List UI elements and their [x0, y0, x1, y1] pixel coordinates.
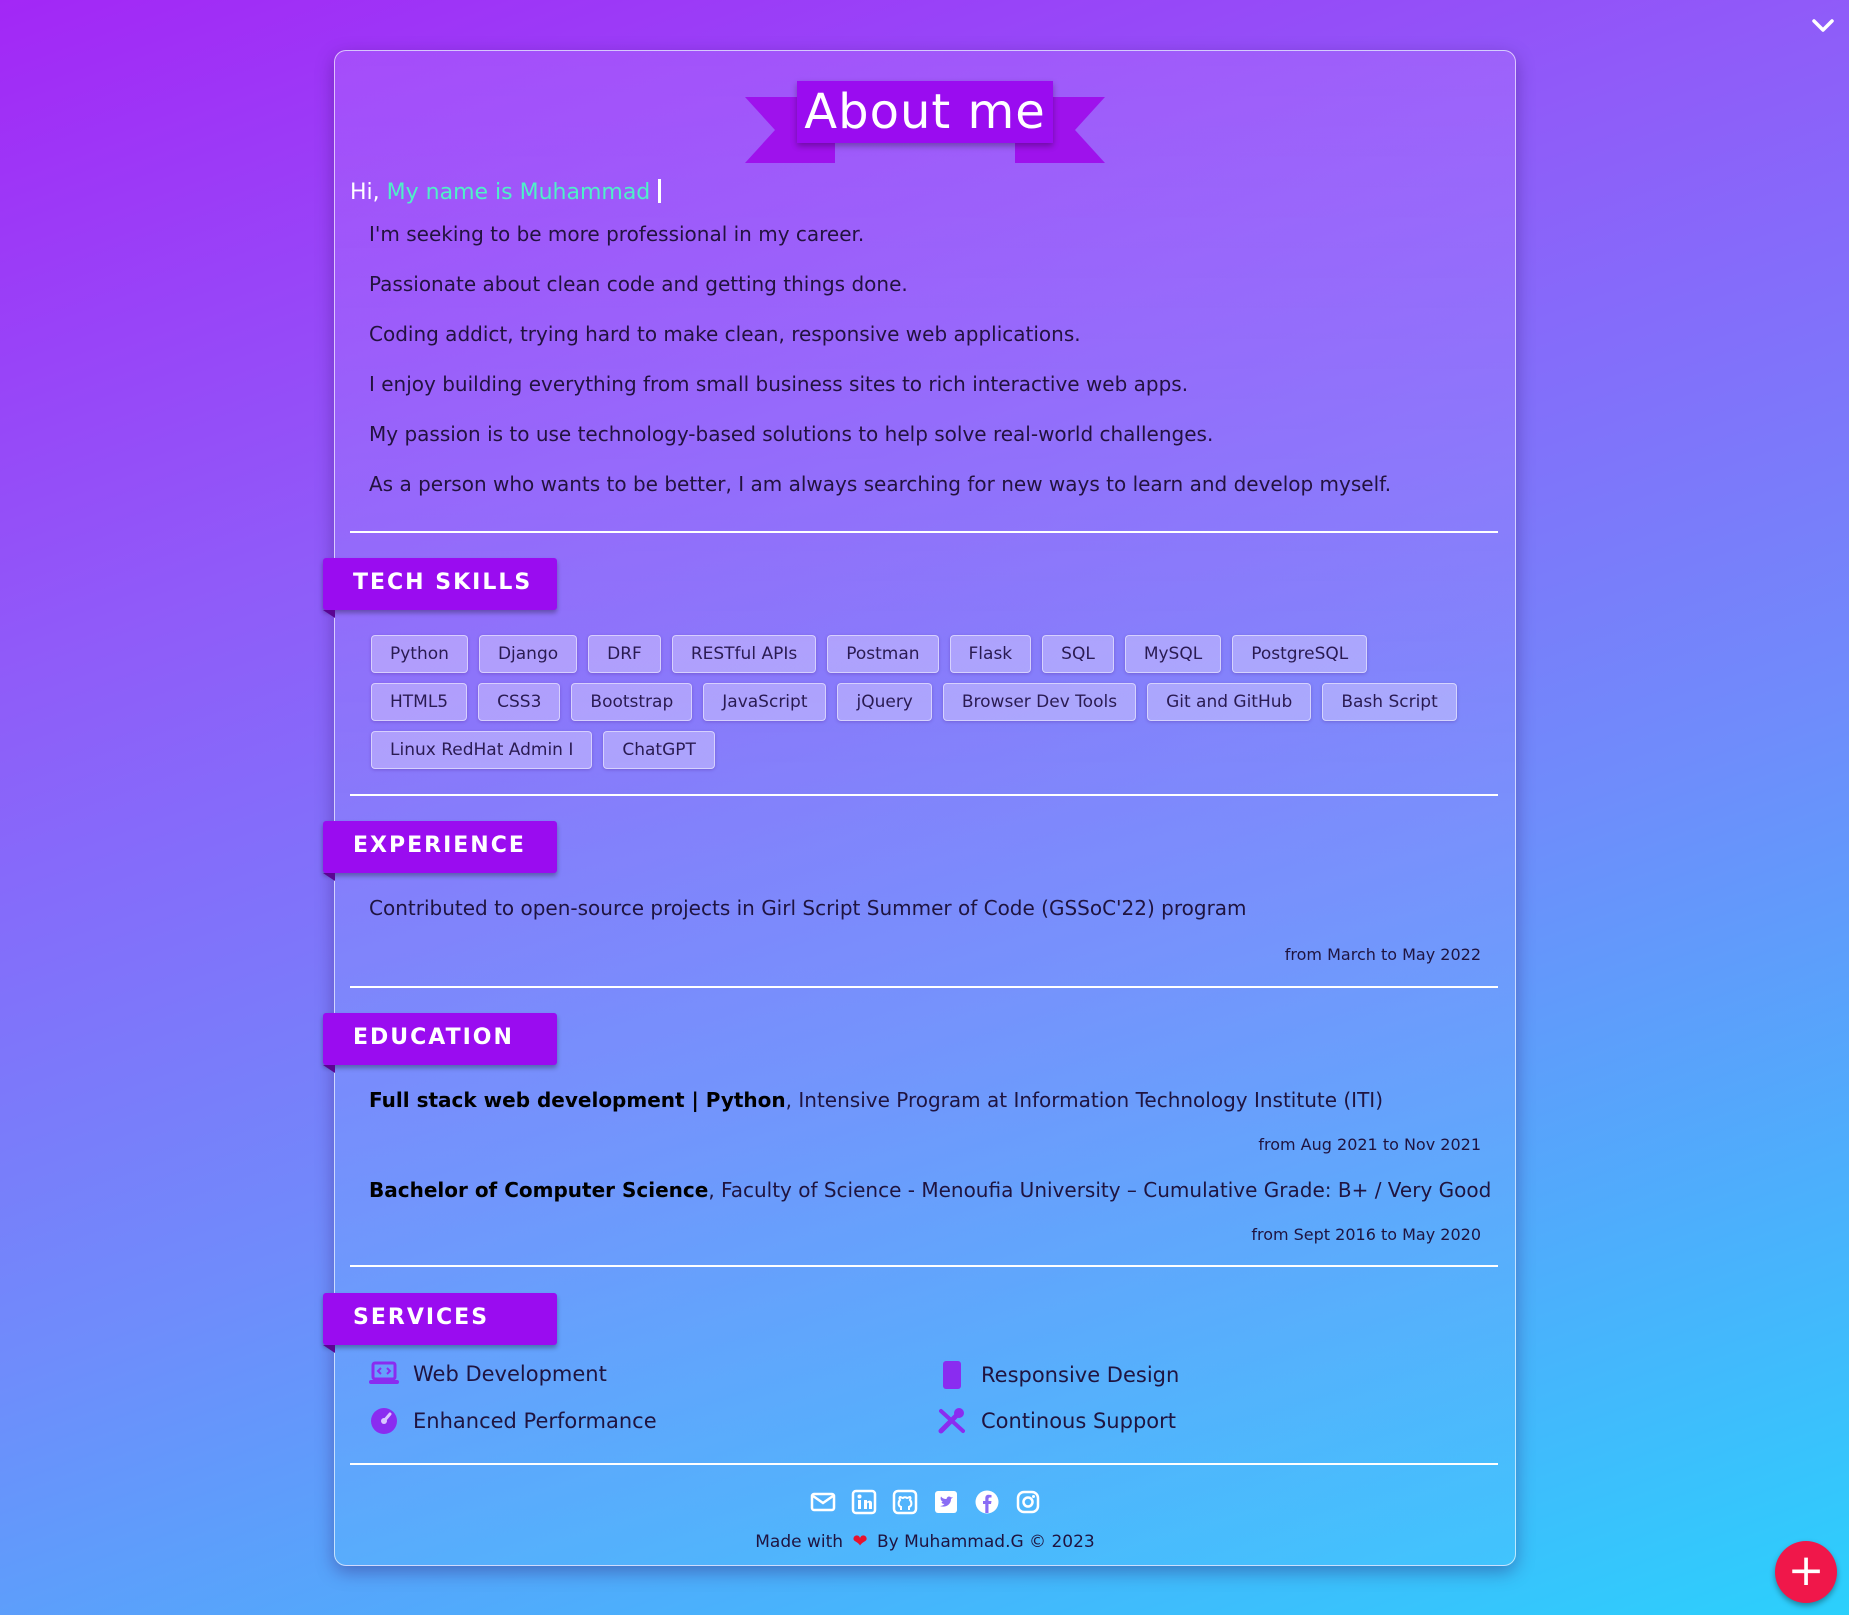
about-line: Passionate about clean code and getting … — [369, 272, 908, 296]
tools-icon — [938, 1408, 965, 1434]
service-label: Responsive Design — [981, 1363, 1180, 1387]
footer-by: By Muhammad.G © 2023 — [876, 1532, 1095, 1552]
add-button[interactable]: + — [1775, 1541, 1837, 1603]
scroll-chevron-down-icon[interactable] — [1809, 12, 1837, 40]
service-item: Web Development — [369, 1361, 607, 1387]
skill-chip: Python — [371, 635, 468, 673]
skill-chip: PostgreSQL — [1232, 635, 1368, 673]
github-icon[interactable] — [892, 1489, 918, 1515]
facebook-icon[interactable] — [974, 1489, 1000, 1515]
about-line: My passion is to use technology-based so… — [369, 422, 1214, 446]
service-item: Continous Support — [937, 1407, 1176, 1435]
skill-chip: SQL — [1042, 635, 1114, 673]
tech-skills-heading: TECH SKILLS — [323, 558, 557, 618]
skill-chip: HTML5 — [371, 683, 468, 721]
services-heading: SERVICES — [323, 1293, 557, 1353]
greeting-hi: Hi, — [350, 180, 380, 205]
divider — [350, 1265, 1498, 1267]
about-line: I'm seeking to be more professional in m… — [369, 222, 865, 246]
skill-chip: DRF — [588, 635, 661, 673]
skill-chip: ChatGPT — [603, 731, 715, 769]
divider — [350, 794, 1498, 796]
typing-cursor — [658, 179, 662, 203]
about-text: I'm seeking to be more professional in m… — [369, 223, 1391, 523]
skill-chip: Postman — [827, 635, 939, 673]
education-date: from Sept 2016 to May 2020 — [1251, 1225, 1481, 1244]
skill-chip: Linux RedHat Admin I — [371, 731, 593, 769]
mobile-icon — [943, 1361, 961, 1389]
greeting: Hi, My name is Muhammad — [350, 179, 662, 205]
linkedin-icon[interactable] — [851, 1489, 877, 1515]
service-item: Responsive Design — [937, 1361, 1179, 1389]
skill-chip: MySQL — [1124, 635, 1222, 673]
education-detail: , Intensive Program at Information Techn… — [785, 1088, 1383, 1112]
service-item: Enhanced Performance — [369, 1407, 657, 1435]
education-title: Full stack web development | Python — [369, 1088, 786, 1112]
envelope-icon[interactable] — [810, 1489, 836, 1515]
about-line: As a person who wants to be better, I am… — [369, 472, 1392, 496]
education-title: Bachelor of Computer Science — [369, 1178, 709, 1202]
skill-chip: Browser Dev Tools — [942, 683, 1137, 721]
laptop-code-icon — [369, 1361, 399, 1384]
twitter-icon[interactable] — [933, 1489, 959, 1515]
education-detail: , Faculty of Science - Menoufia Universi… — [708, 1178, 1492, 1202]
heart-icon: ❤ — [852, 1531, 868, 1552]
title-banner: About me — [745, 81, 1105, 163]
service-label: Continous Support — [981, 1409, 1176, 1433]
skill-chip: jQuery — [837, 683, 932, 721]
skill-chip: RESTful APIs — [671, 635, 817, 673]
skill-chip: Git and GitHub — [1147, 683, 1312, 721]
skill-chip: Django — [478, 635, 578, 673]
about-line: I enjoy building everything from small b… — [369, 372, 1189, 396]
divider — [350, 986, 1498, 988]
skill-chip: Bash Script — [1322, 683, 1457, 721]
footer-credit: Made with ❤ By Muhammad.G © 2023 — [335, 1531, 1515, 1552]
divider — [350, 531, 1498, 533]
divider — [350, 1463, 1498, 1465]
experience-heading: EXPERIENCE — [323, 821, 557, 881]
about-line: Coding addict, trying hard to make clean… — [369, 322, 1081, 346]
skill-chip: Bootstrap — [571, 683, 693, 721]
footer-made-with: Made with — [755, 1532, 844, 1552]
skill-chip: CSS3 — [478, 683, 561, 721]
education-item: Bachelor of Computer Science, Faculty of… — [369, 1178, 1491, 1202]
social-links — [335, 1489, 1515, 1515]
experience-item: Contributed to open-source projects in G… — [369, 896, 1247, 920]
service-label: Enhanced Performance — [413, 1409, 657, 1433]
page-title: About me — [797, 81, 1053, 143]
education-date: from Aug 2021 to Nov 2021 — [1258, 1135, 1481, 1154]
skill-chip: JavaScript — [703, 683, 827, 721]
skills-list: Python Django DRF RESTful APIs Postman F… — [371, 635, 1481, 779]
typed-name: My name is Muhammad — [386, 180, 651, 205]
education-item: Full stack web development | Python, Int… — [369, 1088, 1383, 1112]
gauge-icon — [371, 1408, 397, 1434]
service-label: Web Development — [413, 1362, 607, 1386]
skill-chip: Flask — [949, 635, 1032, 673]
experience-date: from March to May 2022 — [1284, 945, 1481, 964]
about-card: About me Hi, My name is Muhammad I'm see… — [323, 50, 1516, 1566]
education-heading: EDUCATION — [323, 1013, 557, 1073]
instagram-icon[interactable] — [1015, 1489, 1041, 1515]
